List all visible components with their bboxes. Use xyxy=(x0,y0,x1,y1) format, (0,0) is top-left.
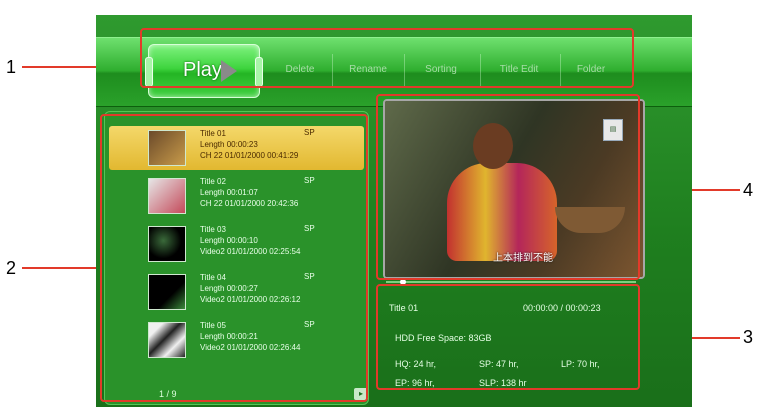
callout-3: 3 xyxy=(743,327,754,347)
callout-2-line xyxy=(22,267,102,269)
callout-2: 2 xyxy=(6,258,17,278)
callout-1: 1 xyxy=(6,57,17,77)
callout-box-1 xyxy=(140,28,634,88)
callout-4: 4 xyxy=(743,180,754,200)
callout-box-3 xyxy=(376,284,640,390)
playback-progress-track[interactable] xyxy=(386,281,636,283)
callout-box-2 xyxy=(100,114,368,402)
callout-box-4 xyxy=(376,94,640,280)
